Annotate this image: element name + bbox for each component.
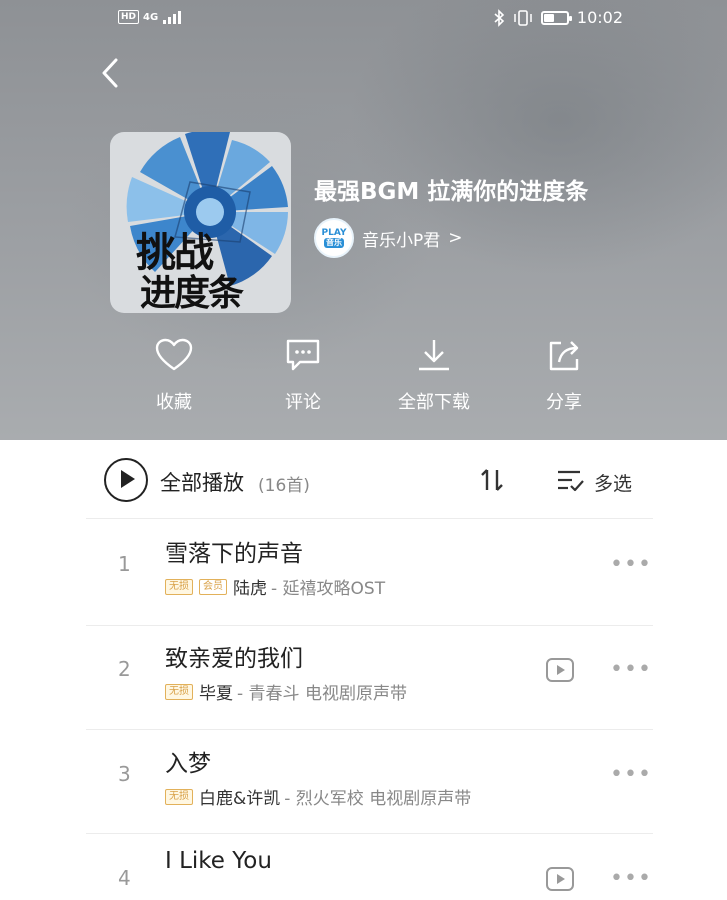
playlist-cover[interactable]: 挑战 进度条 [110,132,291,313]
status-time: 10:02 [576,8,623,27]
divider [86,729,653,730]
avatar-text-bottom: 音乐 [324,238,344,248]
song-title: I Like You [165,848,272,874]
lossless-badge: 无损 [165,788,193,805]
battery-icon [540,10,572,25]
song-title: 雪落下的声音 [165,541,303,567]
creator-avatar: PLAY 音乐 [314,218,354,258]
action-row: 收藏 评论 全部下载 分享 [0,338,727,428]
song-row[interactable]: 1 雪落下的声音 无损 会员 陆虎 - 延禧攻略OST ••• [0,522,727,626]
lossless-badge: 无损 [165,578,193,595]
share-icon [549,341,579,371]
favorite-label: 收藏 [156,392,192,413]
more-icon[interactable]: ••• [610,760,651,790]
download-icon [419,340,449,371]
comment-label: 评论 [285,392,321,413]
more-icon[interactable]: ••• [610,864,651,894]
song-index: 4 [118,866,131,890]
network-type: 4G [143,11,159,23]
song-title: 入梦 [165,751,211,777]
comment-button[interactable]: 评论 [248,338,358,414]
signal-icon [163,11,182,24]
song-row[interactable]: 2 致亲爱的我们 无损 毕夏 - 青春斗 电视剧原声带 ••• [0,627,727,731]
multi-select-icon[interactable] [556,468,584,494]
playlist-title: 最强BGM 拉满你的进度条 [314,179,589,205]
song-title: 致亲爱的我们 [165,646,303,672]
song-index: 1 [118,552,131,576]
song-meta: 无损 毕夏 - 青春斗 电视剧原声带 [165,679,407,704]
divider [86,833,653,834]
mv-play-icon[interactable] [545,866,575,892]
cover-title-line2: 进度条 [140,273,244,313]
song-meta: 无损 白鹿&许凯 - 烈火军校 电视剧原声带 [165,784,471,809]
song-row[interactable]: 3 入梦 无损 白鹿&许凯 - 烈火军校 电视剧原声带 ••• [0,732,727,836]
vibrate-icon [514,9,532,26]
play-all-bar: 全部播放 (16首) 多选 [0,440,727,520]
vip-badge: 会员 [199,578,227,595]
back-chevron-icon[interactable] [96,56,126,90]
song-index: 2 [118,657,131,681]
more-icon[interactable]: ••• [610,655,651,685]
hd-indicator: HD [118,10,140,24]
battery-level [543,13,554,22]
download-all-button[interactable]: 全部下载 [379,338,489,414]
song-row[interactable]: 4 I Like You ••• [0,836,727,900]
more-icon[interactable]: ••• [610,550,651,580]
sort-icon[interactable] [478,466,506,494]
song-album: - 青春斗 电视剧原声带 [237,684,407,704]
status-right: 10:02 [493,8,623,27]
share-label: 分享 [546,392,582,413]
creator-link[interactable]: PLAY 音乐 音乐小P君 > [314,218,463,258]
divider [86,518,653,519]
avatar-text-top: PLAY [321,228,347,238]
heart-icon [155,338,193,371]
multi-select-button[interactable]: 多选 [594,469,632,496]
divider [86,625,653,626]
mv-play-icon[interactable] [545,657,575,683]
playlist-header: HD 4G 10:02 挑战 进度条 最强BGM 拉满你的进度条 PLAY 音乐… [0,0,727,440]
song-artist: 白鹿&许凯 [199,789,281,809]
lossless-badge: 无损 [165,683,193,700]
play-all-icon[interactable] [104,458,148,502]
song-index: 3 [118,762,131,786]
share-button[interactable]: 分享 [509,338,619,414]
song-meta: 无损 会员 陆虎 - 延禧攻略OST [165,574,385,599]
song-album: - 延禧攻略OST [271,579,386,599]
download-all-label: 全部下载 [398,392,470,413]
signal-group: HD 4G [118,10,184,24]
comment-icon [286,339,320,371]
song-album: - 烈火军校 电视剧原声带 [284,789,472,809]
song-artist: 陆虎 [233,579,267,599]
creator-name: 音乐小P君 [362,230,441,251]
status-bar: HD 4G 10:02 [0,0,727,36]
chevron-right-icon: > [448,228,463,248]
song-count: (16首) [258,476,310,496]
bluetooth-icon [494,8,505,27]
favorite-button[interactable]: 收藏 [119,338,229,414]
song-artist: 毕夏 [199,684,233,704]
play-all-button[interactable]: 全部播放 [160,467,244,497]
